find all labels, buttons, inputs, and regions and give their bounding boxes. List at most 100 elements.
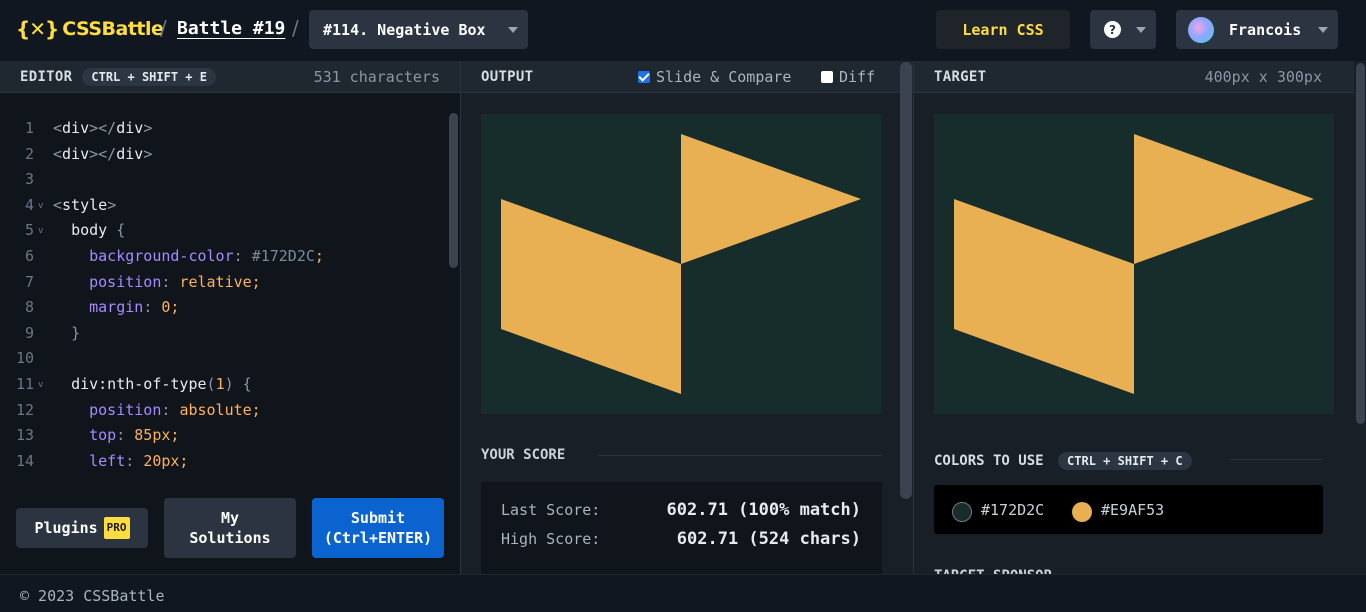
last-score-value: 602.71 (100% match) (666, 500, 861, 520)
output-canvas[interactable] (481, 114, 881, 414)
code-line[interactable]: 1 <div></div> (0, 119, 440, 144)
character-count: 531 characters (313, 67, 440, 86)
pro-badge: PRO (103, 517, 130, 539)
code-line[interactable]: 6 background-color: #172D2C; (0, 247, 440, 272)
code-text: background-color: #172D2C; (89, 247, 324, 265)
target-selector-label: #114. Negative Box (323, 20, 486, 39)
line-number: 1 (24, 119, 34, 137)
submit-button[interactable]: Submit (Ctrl+ENTER) (312, 498, 444, 558)
colors-shortcut-badge: CTRL + SHIFT + C (1058, 452, 1192, 470)
editor-title: EDITOR (20, 68, 73, 85)
code-text: body { (71, 221, 126, 240)
line-number: 8 (24, 298, 34, 317)
output-panel: OUTPUT Slide & Compare Diff YOUR SCORE L… (460, 61, 913, 574)
fold-icon[interactable]: v (38, 201, 43, 211)
divider (1229, 459, 1322, 460)
plugins-button[interactable]: Plugins PRO (16, 508, 148, 548)
line-number: 7 (24, 272, 34, 291)
footer: © 2023 CSSBattle (0, 574, 1366, 612)
line-number: 10 (15, 349, 34, 368)
code-line[interactable]: 11 v div:nth-of-type(1) { (0, 375, 440, 400)
code-text: <div></div> (53, 119, 153, 137)
color-code[interactable]: #172D2C (981, 501, 1044, 519)
output-title: OUTPUT (481, 68, 534, 85)
code-line[interactable]: 10 (0, 349, 440, 374)
high-score-value: 602.71 (524 chars) (676, 529, 861, 549)
page-scrollbar-thumb[interactable] (1356, 63, 1365, 424)
line-number: 4 (24, 195, 34, 214)
checkbox-checked-icon (638, 71, 650, 83)
code-text: top: 85px; (89, 426, 180, 445)
avatar (1188, 17, 1214, 43)
target-shapes (954, 134, 1314, 394)
code-line[interactable]: 12 position: absolute; (0, 401, 440, 426)
divider (598, 455, 882, 456)
line-number: 5 (24, 221, 34, 240)
score-box: Last Score: 602.71 (100% match) High Sco… (481, 482, 882, 574)
code-line[interactable]: 9 } (0, 324, 440, 349)
plugins-label: Plugins (34, 519, 98, 537)
help-menu-button[interactable]: ? (1090, 10, 1156, 49)
color-palette: #172D2C #E9AF53 (934, 485, 1323, 534)
code-line[interactable]: 4 v <style> (0, 196, 440, 221)
target-panel: TARGET 400px x 300px COLORS TO USE CTRL … (913, 61, 1354, 574)
code-text: margin: 0; (89, 298, 180, 317)
last-score-label: Last Score: (501, 501, 601, 519)
chevron-down-icon (1136, 27, 1146, 33)
code-line[interactable]: 2 <div></div> (0, 145, 440, 170)
output-left-parallelogram (501, 199, 681, 394)
output-right-triangle (681, 134, 861, 264)
colors-title: COLORS TO USE (934, 453, 1044, 469)
help-icon: ? (1104, 21, 1121, 38)
diff-checkbox[interactable]: Diff (821, 68, 875, 86)
color-swatch[interactable] (1072, 502, 1092, 522)
user-name: Francois (1229, 21, 1302, 39)
target-right-triangle (1134, 134, 1314, 264)
code-line[interactable]: 7 position: relative; (0, 273, 440, 298)
breadcrumb-separator: / (292, 16, 299, 40)
target-header: TARGET 400px x 300px (914, 61, 1354, 93)
logo-text: CSSBattle (62, 18, 164, 40)
breadcrumb-battle-link[interactable]: Battle #19 (177, 18, 285, 39)
code-line[interactable]: 13 top: 85px; (0, 426, 440, 451)
target-selector-dropdown[interactable]: #114. Negative Box (309, 10, 528, 49)
line-number: 11 (15, 375, 34, 393)
editor-scrollbar[interactable] (449, 113, 458, 268)
target-canvas (934, 114, 1334, 414)
code-text: div:nth-of-type(1) { (71, 375, 252, 393)
line-number: 3 (24, 170, 34, 189)
code-line[interactable]: 3 (0, 170, 440, 195)
slide-compare-checkbox[interactable]: Slide & Compare (638, 68, 791, 86)
my-solutions-button[interactable]: My Solutions (164, 498, 296, 558)
target-left-parallelogram (954, 199, 1134, 394)
fold-icon[interactable]: v (38, 226, 43, 236)
line-number: 6 (24, 247, 34, 265)
slide-compare-label: Slide & Compare (656, 68, 792, 86)
editor-shortcut-badge: CTRL + SHIFT + E (82, 67, 216, 86)
target-size: 400px x 300px (1204, 67, 1322, 86)
code-text: <div></div> (53, 144, 153, 163)
line-number: 12 (15, 400, 34, 419)
logo-icon: {✕} (16, 17, 59, 41)
score-title: YOUR SCORE (481, 447, 566, 463)
output-scrollbar[interactable] (900, 62, 912, 499)
output-shapes (501, 134, 861, 394)
code-text: } (71, 323, 81, 342)
code-line[interactable]: 14 left: 20px; (0, 452, 440, 477)
code-text: <style> (53, 195, 117, 214)
learn-css-button[interactable]: Learn CSS (936, 10, 1070, 49)
editor-header: EDITOR CTRL + SHIFT + E 531 characters (0, 61, 460, 93)
code-line[interactable]: 8 margin: 0; (0, 298, 440, 323)
color-code[interactable]: #E9AF53 (1101, 501, 1164, 519)
code-text: left: 20px; (89, 451, 189, 470)
page-scrollbar[interactable] (1354, 61, 1366, 574)
user-menu-button[interactable]: Francois (1176, 10, 1338, 49)
target-sponsor-title: TARGET SPONSOR (934, 566, 1052, 574)
color-swatch[interactable] (952, 502, 972, 522)
code-line[interactable]: 5v body { (0, 221, 440, 246)
fold-icon[interactable]: v (38, 380, 43, 390)
chevron-down-icon (508, 27, 518, 33)
editor-panel: EDITOR CTRL + SHIFT + E 531 characters 1… (0, 61, 460, 574)
high-score-label: High Score: (501, 530, 601, 548)
cssbattle-logo[interactable]: {✕} CSSBattle (16, 17, 164, 41)
